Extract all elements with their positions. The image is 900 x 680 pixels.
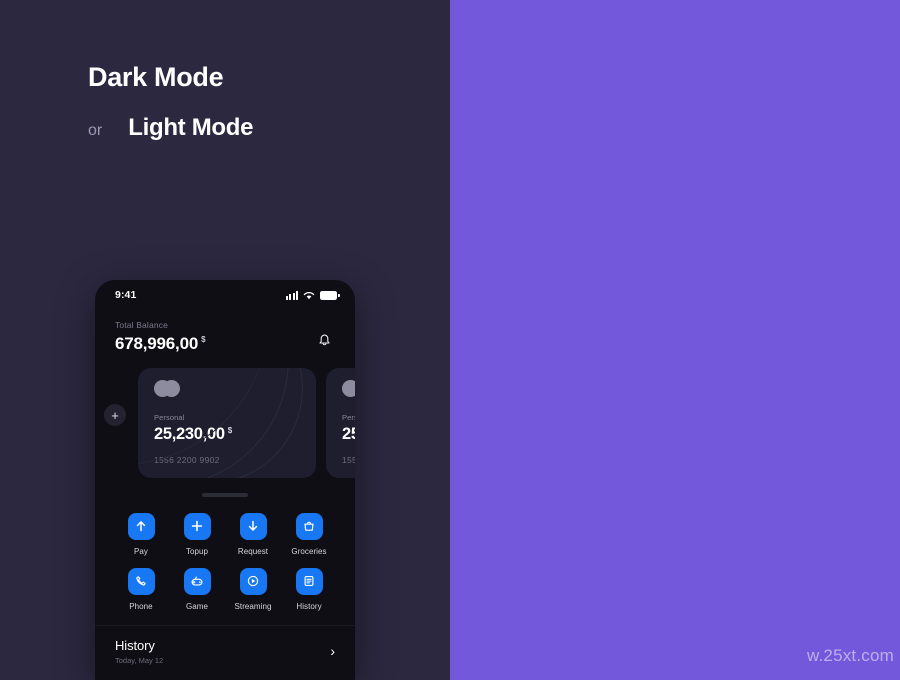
mastercard-logo-icon (342, 380, 355, 397)
history-subtitle: Today, May 12 (115, 655, 164, 665)
chevron-right-icon[interactable]: › (330, 644, 335, 658)
arrow-down-icon (239, 512, 267, 540)
action-game[interactable]: Game (169, 567, 225, 611)
mastercard-logo-icon (154, 380, 184, 397)
dark-mode-panel: Dark Mode or Light Mode 9:41 Total Balan… (0, 0, 450, 680)
play-circle-icon (239, 567, 267, 595)
payment-card-primary[interactable]: Personal 25,230,00 $ 1556 2200 9902 (138, 368, 316, 478)
balance-header: Total Balance 678,996,00 $ (95, 310, 355, 354)
dark-mode-heading: Dark Mode (88, 62, 224, 92)
action-label: Groceries (291, 546, 327, 556)
action-label: Streaming (234, 601, 272, 611)
bell-icon (318, 334, 330, 346)
action-label: History (296, 601, 322, 611)
balance-block: Total Balance 678,996,00 $ (115, 320, 206, 354)
action-groceries[interactable]: Groceries (281, 512, 337, 556)
game-controller-icon (183, 567, 211, 595)
balance-value: 678,996,00 (115, 334, 199, 353)
total-balance-label: Total Balance (115, 320, 168, 330)
action-label: Pay (134, 546, 148, 556)
action-pay[interactable]: Pay (113, 512, 169, 556)
card-carousel[interactable]: + Personal 25,230,00 $ 1556 2200 9902 Pe… (95, 368, 355, 486)
drag-handle[interactable] (202, 493, 248, 497)
action-history[interactable]: History (281, 567, 337, 611)
action-label: Phone (129, 601, 153, 611)
card-type-label: Personal (342, 413, 355, 422)
battery-icon (320, 291, 340, 300)
plus-icon (183, 512, 211, 540)
action-request[interactable]: Request (225, 512, 281, 556)
total-balance-amount: 678,996,00 $ (115, 334, 206, 354)
action-phone[interactable]: Phone (113, 567, 169, 611)
card-number: 1556 2200 9902 (342, 455, 355, 465)
light-mode-heading: Light Mode (128, 114, 254, 141)
history-title: History (115, 637, 155, 653)
action-streaming[interactable]: Streaming (225, 567, 281, 611)
status-indicators (286, 290, 340, 300)
card-amount-value: 25,230,00 (342, 425, 355, 443)
history-text-block: History Today, May 12 (115, 638, 163, 665)
phone-icon (127, 567, 155, 595)
wifi-icon (303, 291, 315, 299)
status-bar: 9:41 (95, 280, 355, 310)
status-time: 9:41 (115, 289, 137, 301)
payment-card-secondary[interactable]: Personal 25,230,00 $ 1556 2200 9902 (326, 368, 355, 478)
watermark: w.25xt.com (806, 646, 894, 665)
action-label: Request (237, 546, 269, 556)
arrow-up-icon (127, 512, 155, 540)
document-list-icon (295, 567, 323, 595)
history-section[interactable]: History Today, May 12 › (95, 626, 355, 665)
balance-currency: $ (201, 335, 206, 344)
action-label: Topup (185, 546, 209, 556)
action-label: Game (186, 601, 208, 611)
light-mode-panel: So which do you prefer? 9:41 Total Balan… (450, 0, 900, 680)
action-topup[interactable]: Topup (169, 512, 225, 556)
shopping-bag-icon (295, 512, 323, 540)
card-amount: 25,230,00 $ (342, 425, 355, 444)
cellular-signal-icon (286, 290, 298, 300)
mode-alternative-row: or Light Mode (88, 114, 254, 142)
or-label: or (88, 122, 103, 139)
dark-phone-mockup: 9:41 Total Balance 678,996,00 $ + Person… (95, 280, 355, 680)
quick-actions-grid: Pay Topup Request Groceries Phone Game S… (95, 497, 355, 611)
notification-button[interactable] (313, 328, 335, 352)
comparison-stage: Dark Mode or Light Mode 9:41 Total Balan… (0, 0, 900, 680)
add-card-button[interactable]: + (104, 404, 126, 426)
